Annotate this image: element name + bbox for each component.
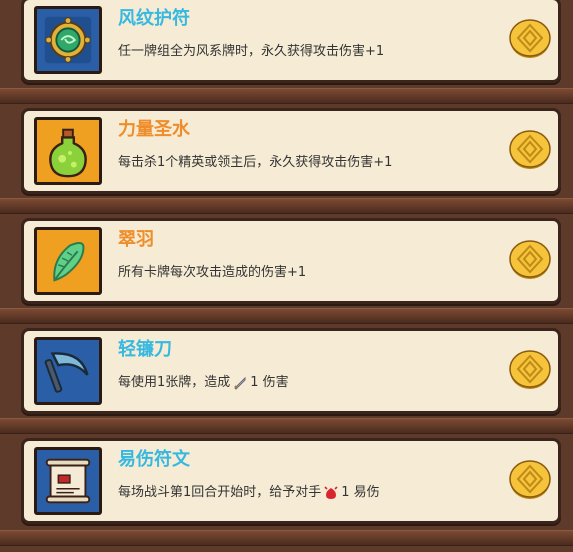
relic-card[interactable]: 易伤符文 每场战斗第1回合开始时，给予对手 1 易伤 bbox=[21, 438, 561, 524]
gold-coin-icon bbox=[508, 128, 552, 172]
description-suffix: 1 伤害 bbox=[250, 375, 289, 390]
description-prefix: 每使用1张牌，造成 bbox=[118, 375, 231, 390]
relic-card[interactable]: 力量圣水 每击杀1个精英或领主后，永久获得攻击伤害+1 bbox=[21, 108, 561, 194]
relic-card[interactable]: 风纹护符 任一牌组全为风系牌时，永久获得攻击伤害+1 bbox=[21, 0, 561, 83]
gold-coin-icon bbox=[508, 238, 552, 282]
description-suffix: 1 易伤 bbox=[341, 485, 380, 500]
light-sickle-icon bbox=[34, 337, 102, 405]
relic-description: 任一牌组全为风系牌时，永久获得攻击伤害+1 bbox=[118, 44, 385, 59]
shelf-divider bbox=[0, 418, 573, 434]
relic-description: 每使用1张牌，造成 1 伤害 bbox=[118, 371, 289, 391]
strength-potion-icon bbox=[34, 117, 102, 185]
relic-name: 易伤符文 bbox=[118, 449, 190, 470]
shelf-divider bbox=[0, 88, 573, 104]
relic-description: 所有卡牌每次攻击造成的伤害+1 bbox=[118, 265, 307, 280]
relic-description: 每击杀1个精英或领主后，永久获得攻击伤害+1 bbox=[118, 155, 393, 170]
gold-coin-icon bbox=[508, 458, 552, 502]
vulnerable-icon bbox=[323, 485, 339, 501]
shelf-divider bbox=[0, 198, 573, 214]
relic-card[interactable]: 轻镰刀 每使用1张牌，造成 1 伤害 bbox=[21, 328, 561, 414]
sword-icon bbox=[232, 375, 248, 391]
shelf-divider bbox=[0, 530, 573, 546]
relic-name: 力量圣水 bbox=[118, 119, 190, 140]
shelf-divider bbox=[0, 308, 573, 324]
gold-coin-icon bbox=[508, 17, 552, 61]
relic-name: 翠羽 bbox=[118, 229, 154, 250]
relic-card[interactable]: 翠羽 所有卡牌每次攻击造成的伤害+1 bbox=[21, 218, 561, 304]
description-prefix: 每场战斗第1回合开始时，给予对手 bbox=[118, 485, 322, 500]
relic-description: 每场战斗第1回合开始时，给予对手 1 易伤 bbox=[118, 481, 380, 501]
relic-name: 风纹护符 bbox=[118, 8, 190, 29]
wind-amulet-icon bbox=[34, 6, 102, 74]
green-feather-icon bbox=[34, 227, 102, 295]
scroll-rune-icon bbox=[34, 447, 102, 515]
gold-coin-icon bbox=[508, 348, 552, 392]
relic-name: 轻镰刀 bbox=[118, 339, 172, 360]
